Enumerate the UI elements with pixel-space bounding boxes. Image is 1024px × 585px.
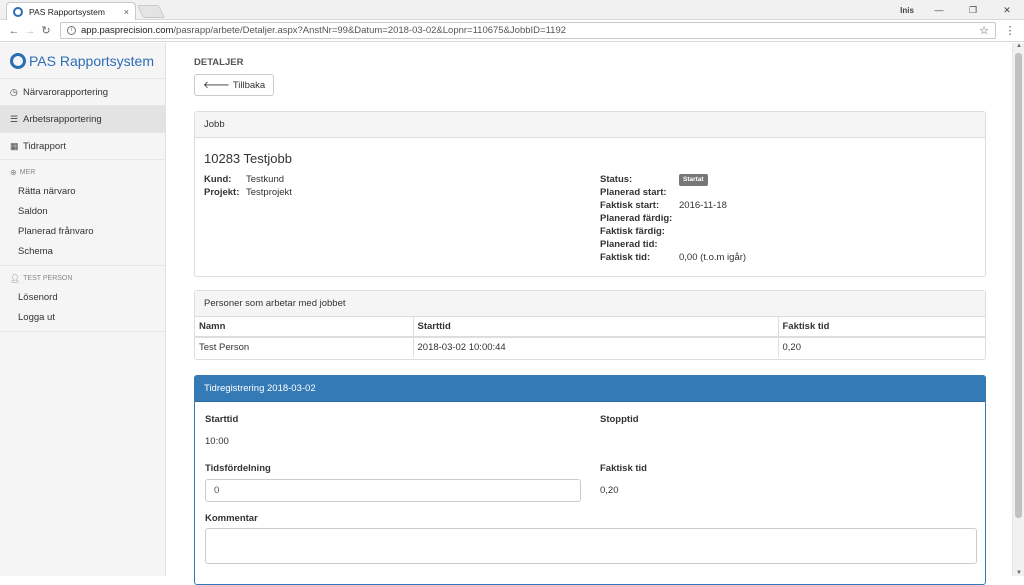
app-viewport: PAS Rapportsystem ◷ Närvarorapportering … <box>0 43 1024 585</box>
sidebar-item-schema[interactable]: Schema <box>0 241 165 261</box>
info-icon[interactable]: i <box>67 26 76 35</box>
tidsfordelning-input[interactable] <box>205 479 581 502</box>
url-input[interactable]: i app.pasprecision.com /pasrapp/arbete/D… <box>60 22 996 39</box>
sidebar: PAS Rapportsystem ◷ Närvarorapportering … <box>0 43 166 576</box>
persons-panel-header: Personer som arbetar med jobbet <box>195 291 985 317</box>
close-window-icon[interactable]: ✕ <box>990 5 1024 16</box>
sidebar-group-mer: ⊕ MER Rätta närvaro Saldon Planerad från… <box>0 160 165 266</box>
sidebar-heading-mer: ⊕ MER <box>10 168 36 177</box>
sidebar-item-saldon[interactable]: Saldon <box>0 201 165 221</box>
browser-tabbar: PAS Rapportsystem × Inis — ❐ ✕ <box>0 0 1024 20</box>
job-panel: Jobb 10283 Testjobb Kund: Testkund Proje… <box>194 111 986 277</box>
kund-row: Kund: Testkund <box>204 174 285 185</box>
column-header-starttid[interactable]: Starttid <box>413 317 779 338</box>
address-bar: ← → ↻ i app.pasprecision.com /pasrapp/ar… <box>0 20 1024 42</box>
page-scrollbar[interactable]: ▲ ▼ <box>1012 43 1024 576</box>
reload-icon[interactable]: ↻ <box>38 24 54 37</box>
clock-icon: ◷ <box>10 86 18 97</box>
cell-faktisk-tid: 0,20 <box>782 342 802 353</box>
list-icon: ☰ <box>10 113 19 124</box>
status-badge: Startat <box>679 174 708 186</box>
pas-logo-icon <box>10 52 26 69</box>
job-panel-header: Jobb <box>195 112 985 138</box>
persons-panel: Personer som arbetar med jobbet Namn Sta… <box>194 290 986 360</box>
faktisk-start-value: 2016-11-18 <box>679 200 727 211</box>
starttid-value: 10:00 <box>205 436 229 447</box>
arrow-left-icon: 🡐 <box>203 80 230 91</box>
stopptid-label: Stopptid <box>600 414 639 425</box>
faktisk-tid-value: 0,00 (t.o.m igår) <box>679 252 747 263</box>
tab-close-icon[interactable]: × <box>124 7 129 17</box>
planerad-fardig-row: Planerad färdig: <box>600 213 673 224</box>
sidebar-group-user: 👤︎ TEST PERSON Lösenord Logga ut <box>0 266 165 332</box>
faktisk-start-row: Faktisk start: 2016-11-18 <box>600 200 727 211</box>
bookmark-star-icon[interactable]: ☆ <box>979 24 989 37</box>
new-tab-button[interactable] <box>136 5 166 18</box>
restore-icon[interactable]: ❐ <box>956 5 990 16</box>
profile-label[interactable]: Inis <box>892 6 922 15</box>
planerad-start-row: Planerad start: <box>600 187 667 198</box>
scroll-up-icon[interactable]: ▲ <box>1013 43 1024 49</box>
window-controls: Inis — ❐ ✕ <box>892 0 1024 20</box>
sidebar-item-planerad-franvaro[interactable]: Planerad frånvaro <box>0 221 165 241</box>
minimize-icon[interactable]: — <box>922 5 956 15</box>
sidebar-item-label: Arbetsrapportering <box>23 113 102 125</box>
sidebar-item-ratta-narvaro[interactable]: Rätta närvaro <box>0 181 165 201</box>
user-icon: 👤︎ <box>10 274 21 283</box>
forward-arrow-icon[interactable]: → <box>22 25 38 37</box>
job-title: 10283 Testjobb <box>204 151 292 166</box>
pas-favicon-icon <box>13 6 23 17</box>
sidebar-item-narvarorapportering[interactable]: ◷ Närvarorapportering <box>0 79 165 106</box>
tab-title: PAS Rapportsystem <box>29 6 105 17</box>
projekt-row: Projekt: Testprojekt <box>204 187 292 198</box>
sidebar-item-label: Tidrapport <box>23 140 66 152</box>
page-title: DETALJER <box>194 57 244 68</box>
faktisk-tid-row: Faktisk tid: 0,00 (t.o.m igår) <box>600 252 747 263</box>
plus-circle-icon: ⊕ <box>10 168 17 177</box>
starttid-label: Starttid <box>205 414 239 425</box>
sidebar-item-tidrapport[interactable]: ▦ Tidrapport <box>0 133 165 160</box>
url-host: app.pasprecision.com <box>81 25 174 36</box>
back-arrow-icon[interactable]: ← <box>6 25 22 37</box>
calendar-icon: ▦ <box>10 140 19 151</box>
table-row: Test Person 2018-03-02 10:00:44 0,20 <box>195 337 985 357</box>
faktisk-tid-label: Faktisk tid <box>600 463 647 474</box>
kommentar-label: Kommentar <box>205 513 258 524</box>
scrollbar-thumb[interactable] <box>1015 53 1022 518</box>
sidebar-item-arbetsrapportering[interactable]: ☰ Arbetsrapportering <box>0 106 165 133</box>
faktisk-tid-value: 0,20 <box>600 485 619 496</box>
back-button[interactable]: 🡐 Tillbaka <box>194 74 275 96</box>
planerad-tid-row: Planerad tid: <box>600 239 658 250</box>
sidebar-heading-user: 👤︎ TEST PERSON <box>10 274 73 283</box>
time-registration-header: Tidregistrering 2018-03-02 <box>195 376 985 402</box>
kund-value: Testkund <box>246 174 285 185</box>
main-content: DETALJER 🡐 Tillbaka Jobb 10283 Testjobb … <box>194 43 986 585</box>
cell-starttid: 2018-03-02 10:00:44 <box>413 337 779 357</box>
sidebar-item-losenord[interactable]: Lösenord <box>0 287 165 307</box>
browser-tab[interactable]: PAS Rapportsystem × <box>6 2 136 20</box>
column-header-faktisk-tid[interactable]: Faktisk tid <box>778 317 985 338</box>
brand[interactable]: PAS Rapportsystem <box>0 43 165 79</box>
status-row: Status: Startat <box>600 174 708 186</box>
persons-table: Namn Starttid Faktisk tid Test Person 20… <box>195 317 985 357</box>
time-registration-panel: Tidregistrering 2018-03-02 Starttid 10:0… <box>194 375 986 585</box>
brand-name: PAS Rapportsystem <box>29 52 155 69</box>
sidebar-item-label: Närvarorapportering <box>23 86 109 98</box>
cell-namn: Test Person <box>195 337 414 357</box>
faktisk-fardig-row: Faktisk färdig: <box>600 226 665 237</box>
browser-menu-icon[interactable]: ⋮ <box>1002 24 1018 37</box>
scroll-down-icon[interactable]: ▼ <box>1013 570 1024 576</box>
kommentar-textarea[interactable] <box>205 528 977 564</box>
projekt-value: Testprojekt <box>246 187 292 198</box>
tidsfordelning-label: Tidsfördelning <box>205 463 271 474</box>
url-path: /pasrapp/arbete/Detaljer.aspx?AnstNr=99&… <box>173 25 567 36</box>
sidebar-item-logga-ut[interactable]: Logga ut <box>0 307 165 327</box>
column-header-namn[interactable]: Namn <box>195 317 414 338</box>
